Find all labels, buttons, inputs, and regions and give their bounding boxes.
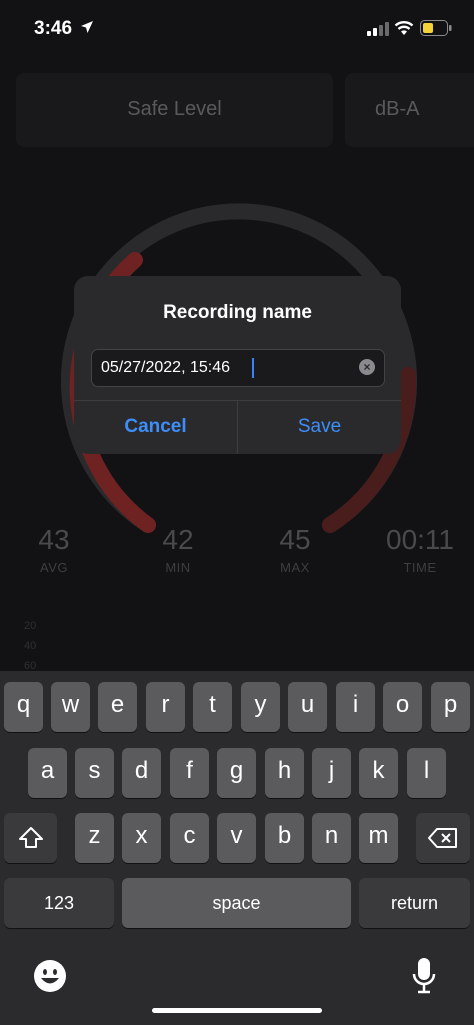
key-n[interactable]: n (312, 813, 351, 863)
dialog-title: Recording name (163, 302, 312, 323)
key-k[interactable]: k (359, 748, 398, 798)
shift-key[interactable] (4, 813, 57, 863)
key-y[interactable]: y (241, 682, 280, 732)
emoji-icon[interactable] (33, 959, 67, 993)
key-i[interactable]: i (336, 682, 375, 732)
stat-time-label: TIME (403, 560, 437, 575)
key-w[interactable]: w (51, 682, 90, 732)
key-s[interactable]: s (75, 748, 114, 798)
stat-avg-label: AVG (40, 560, 68, 575)
stat-max-value: 45 (279, 524, 311, 555)
stat-min-label: MIN (165, 560, 191, 575)
history-chart-axis: 20 40 60 (24, 616, 36, 676)
key-j[interactable]: j (312, 748, 351, 798)
unit-tile[interactable]: dB-A (345, 73, 474, 147)
dictation-microphone-icon[interactable] (411, 956, 437, 996)
key-c[interactable]: c (170, 813, 209, 863)
stat-min: 42 MIN (150, 524, 206, 575)
location-arrow-icon (81, 21, 93, 33)
clear-text-icon[interactable]: × (359, 359, 375, 375)
key-q[interactable]: q (4, 682, 43, 732)
recording-name-input[interactable] (101, 350, 351, 386)
numbers-key[interactable]: 123 (4, 878, 114, 928)
key-l[interactable]: l (407, 748, 446, 798)
stat-max-label: MAX (280, 560, 310, 575)
key-m[interactable]: m (359, 813, 398, 863)
safe-level-tile[interactable]: Safe Level (16, 73, 333, 147)
cancel-button[interactable]: Cancel (74, 400, 237, 454)
key-d[interactable]: d (122, 748, 161, 798)
key-z[interactable]: z (75, 813, 114, 863)
key-g[interactable]: g (217, 748, 256, 798)
unit-label: dB-A (375, 98, 420, 120)
key-a[interactable]: a (28, 748, 67, 798)
key-v[interactable]: v (217, 813, 256, 863)
key-u[interactable]: u (288, 682, 327, 732)
key-t[interactable]: t (193, 682, 232, 732)
wifi-icon (394, 21, 414, 35)
key-f[interactable]: f (170, 748, 209, 798)
delete-key[interactable] (416, 813, 470, 863)
space-key[interactable]: space (122, 878, 351, 928)
keyboard: q w e r t y u i o p a s d f g h j k l z … (0, 671, 474, 1025)
stat-min-value: 42 (162, 524, 194, 555)
stat-avg: 43 AVG (26, 524, 82, 575)
home-indicator[interactable] (152, 1008, 322, 1013)
stat-time: 00:11 TIME (378, 524, 462, 575)
text-caret (252, 358, 254, 378)
return-key[interactable]: return (359, 878, 470, 928)
key-e[interactable]: e (98, 682, 137, 732)
status-time: 3:46 (34, 18, 73, 39)
recording-name-field[interactable]: × (91, 349, 385, 387)
recording-name-dialog: Recording name × Cancel Save (74, 276, 401, 454)
stat-avg-value: 43 (38, 524, 70, 555)
key-p[interactable]: p (431, 682, 470, 732)
shift-icon (18, 827, 43, 848)
key-b[interactable]: b (265, 813, 304, 863)
axis-tick: 40 (24, 640, 37, 652)
stat-time-value: 00:11 (386, 524, 454, 555)
safe-level-label: Safe Level (127, 98, 222, 120)
cellular-signal-icon (367, 22, 389, 36)
status-bar: 3:46 (0, 0, 474, 60)
backspace-icon (428, 828, 457, 848)
save-button[interactable]: Save (238, 400, 401, 454)
axis-tick: 20 (24, 620, 37, 632)
key-x[interactable]: x (122, 813, 161, 863)
stats-row: 43 AVG 42 MIN 45 MAX 00:11 TIME (0, 524, 474, 584)
key-h[interactable]: h (265, 748, 304, 798)
stat-max: 45 MAX (267, 524, 323, 575)
key-o[interactable]: o (383, 682, 422, 732)
battery-icon (420, 20, 452, 36)
key-r[interactable]: r (146, 682, 185, 732)
